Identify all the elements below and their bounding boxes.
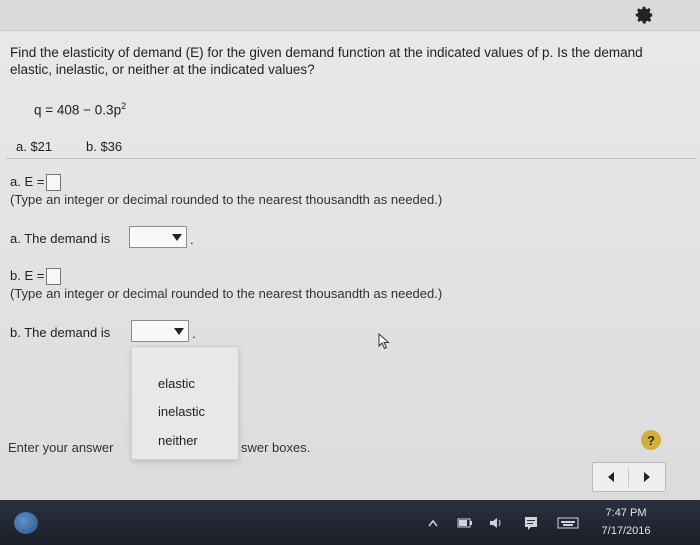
- part-b-hint: (Type an integer or decimal rounded to t…: [10, 286, 443, 301]
- volume-icon[interactable]: [488, 514, 504, 532]
- part-a-e-input[interactable]: [46, 174, 62, 192]
- app-window: Find the elasticity of demand (E) for th…: [0, 0, 700, 500]
- period: .: [192, 326, 196, 341]
- footer-instruction-right: swer boxes.: [241, 440, 311, 455]
- question-icon[interactable]: ?: [641, 430, 661, 450]
- battery-icon[interactable]: [456, 514, 474, 532]
- option-b-price: b. $36: [86, 139, 123, 154]
- formula-exponent: 2: [121, 101, 127, 111]
- chevron-down-icon: [173, 325, 185, 337]
- part-a-demand-label: a. The demand is: [10, 231, 111, 246]
- clock-time: 7:47 PM: [605, 507, 647, 519]
- formula-main: q = 408 − 0.3p: [34, 102, 122, 118]
- chevron-down-icon: [171, 231, 183, 243]
- gear-icon[interactable]: [630, 2, 658, 28]
- demand-function: q = 408 − 0.3p2: [34, 101, 126, 118]
- chevron-right-icon[interactable]: [629, 463, 664, 491]
- chevron-left-icon[interactable]: [593, 463, 628, 491]
- question-navigator: [592, 462, 666, 492]
- period: .: [190, 232, 194, 247]
- part-b-e-input[interactable]: [46, 268, 62, 286]
- start-button-icon[interactable]: [14, 512, 38, 534]
- keyboard-icon[interactable]: [556, 514, 580, 532]
- footer-instruction-left: Enter your answer: [8, 440, 114, 455]
- part-b-demand-label: b. The demand is: [10, 325, 111, 340]
- top-toolbar: [0, 0, 700, 31]
- clock-date: 7/17/2016: [601, 525, 651, 537]
- option-a-price: a. $21: [16, 139, 53, 154]
- part-b-e-row: b. E =: [10, 268, 62, 286]
- notification-icon[interactable]: [522, 514, 540, 532]
- dropdown-option-inelastic[interactable]: inelastic: [158, 404, 205, 419]
- dropdown-option-neither[interactable]: neither: [158, 433, 198, 448]
- part-b-e-label: b. E =: [10, 268, 45, 283]
- part-a-demand-select[interactable]: [129, 226, 187, 248]
- system-clock[interactable]: 7:47 PM 7/17/2016: [590, 504, 662, 540]
- part-a-hint: (Type an integer or decimal rounded to t…: [10, 192, 443, 207]
- divider: [6, 158, 696, 159]
- question-text: Find the elasticity of demand (E) for th…: [10, 45, 643, 77]
- part-a-e-label: a. E =: [10, 174, 45, 189]
- dropdown-option-elastic[interactable]: elastic: [158, 376, 195, 391]
- part-a-e-row: a. E =: [10, 174, 62, 192]
- chevron-up-icon[interactable]: [426, 514, 440, 532]
- mouse-cursor-icon: [378, 332, 394, 356]
- part-b-demand-select[interactable]: [131, 320, 189, 342]
- demand-dropdown-menu: elastic inelastic neither: [131, 346, 239, 460]
